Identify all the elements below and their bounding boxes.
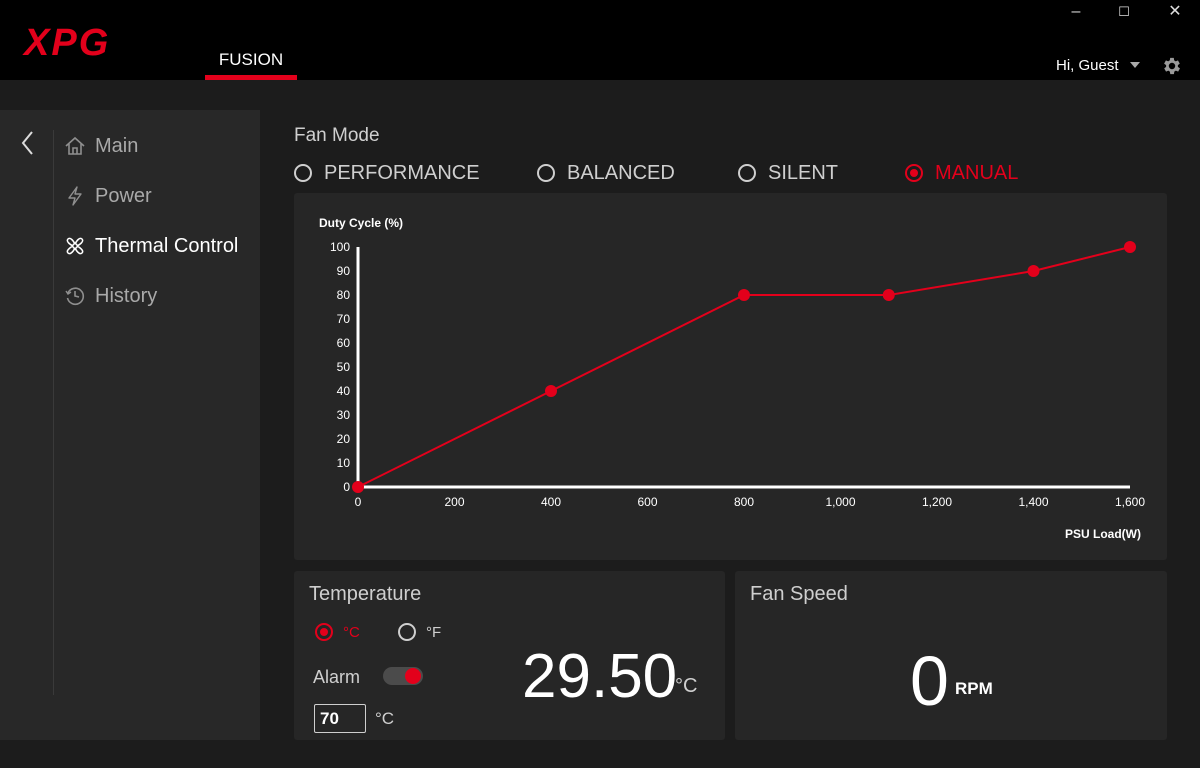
fan-mode-label: SILENT bbox=[768, 161, 839, 184]
fan-speed-card: Fan Speed 0 RPM bbox=[735, 571, 1167, 740]
back-arrow-icon[interactable] bbox=[18, 130, 38, 156]
fan-mode-silent[interactable]: SILENT bbox=[738, 160, 838, 186]
maximize-icon: ☐ bbox=[1118, 4, 1130, 19]
y-tick-label: 40 bbox=[337, 384, 351, 398]
y-tick-label: 10 bbox=[337, 456, 351, 470]
curve-point-handle[interactable] bbox=[545, 385, 557, 397]
fan-mode-manual[interactable]: MANUAL bbox=[905, 160, 1018, 186]
y-axis-label: Duty Cycle (%) bbox=[319, 216, 403, 230]
alarm-threshold-input[interactable] bbox=[314, 704, 366, 733]
radio-selected-icon bbox=[905, 164, 923, 182]
user-greeting[interactable]: Hi, Guest bbox=[1056, 57, 1119, 74]
x-tick-label: 1,000 bbox=[825, 495, 855, 509]
radio-icon bbox=[398, 623, 416, 641]
chevron-down-icon[interactable] bbox=[1130, 62, 1140, 68]
minimize-icon: – bbox=[1071, 3, 1081, 20]
radio-icon bbox=[738, 164, 756, 182]
fan-speed-title: Fan Speed bbox=[750, 583, 848, 605]
y-tick-label: 0 bbox=[343, 480, 350, 494]
sidebar-item-power[interactable]: Power bbox=[64, 181, 254, 211]
sidebar-divider bbox=[53, 130, 54, 695]
tab-active-indicator bbox=[205, 75, 297, 80]
y-tick-label: 100 bbox=[330, 240, 350, 254]
unit-celsius-option[interactable]: °C bbox=[315, 623, 360, 641]
temperature-value: 29.50 bbox=[522, 642, 678, 711]
close-icon: ✕ bbox=[1168, 3, 1182, 20]
x-tick-label: 800 bbox=[734, 495, 754, 509]
y-tick-label: 30 bbox=[337, 408, 351, 422]
x-tick-label: 200 bbox=[444, 495, 464, 509]
sidebar-item-history[interactable]: History bbox=[64, 281, 254, 311]
curve-point-handle[interactable] bbox=[882, 289, 895, 301]
fan-mode-label: PERFORMANCE bbox=[324, 161, 480, 184]
clock-icon bbox=[65, 287, 85, 306]
sidebar-item-label: Power bbox=[95, 184, 152, 207]
fan-curve-line bbox=[357, 246, 1131, 488]
alarm-label: Alarm bbox=[313, 667, 361, 687]
maximize-button[interactable]: ☐ bbox=[1099, 0, 1149, 24]
sidebar-item-main[interactable]: Main bbox=[64, 131, 254, 161]
fan-curve-chart-panel: 0 10 20 30 40 50 60 70 80 90 100 0 200 400 600 800 1,000… bbox=[294, 193, 1167, 560]
x-tick-label: 1,400 bbox=[1018, 495, 1048, 509]
x-tick-label: 400 bbox=[541, 495, 561, 509]
y-tick-label: 90 bbox=[337, 264, 351, 278]
xpg-logo: XPG bbox=[22, 22, 110, 62]
fan-mode-title: Fan Mode bbox=[294, 125, 380, 146]
sidebar-item-label: History bbox=[95, 284, 158, 307]
y-tick-label: 70 bbox=[337, 312, 351, 326]
sidebar-item-label: Thermal Control bbox=[95, 234, 239, 257]
minimize-button[interactable]: – bbox=[1051, 0, 1101, 24]
unit-fahrenheit-label: °F bbox=[426, 623, 442, 641]
temperature-card: Temperature °C °F Alarm °C 29.50 °C bbox=[294, 571, 725, 740]
y-tick-label: 60 bbox=[337, 336, 351, 350]
radio-icon bbox=[294, 164, 312, 182]
gear-icon[interactable] bbox=[1161, 55, 1183, 77]
temperature-unit: °C bbox=[675, 675, 698, 697]
y-tick-label: 20 bbox=[337, 432, 351, 446]
fan-mode-performance[interactable]: PERFORMANCE bbox=[294, 160, 480, 186]
curve-point-handle[interactable] bbox=[352, 481, 364, 493]
svg-text:XPG: XPG bbox=[22, 22, 110, 62]
x-tick-label: 0 bbox=[355, 495, 362, 509]
radio-selected-icon bbox=[315, 623, 333, 641]
fan-curve-chart[interactable]: 0 10 20 30 40 50 60 70 80 90 100 0 200 400 600 800 1,000… bbox=[294, 193, 1167, 560]
y-tick-label: 80 bbox=[337, 288, 351, 302]
curve-point-handle[interactable] bbox=[1027, 265, 1040, 277]
sidebar: Main Power Thermal Control History bbox=[0, 110, 260, 740]
lightning-icon bbox=[68, 186, 82, 206]
x-axis-label: PSU Load(W) bbox=[1065, 527, 1141, 541]
alarm-toggle[interactable] bbox=[383, 667, 423, 685]
x-tick-label: 1,600 bbox=[1115, 495, 1145, 509]
fan-speed-value: 0 bbox=[910, 642, 949, 720]
x-tick-label: 600 bbox=[637, 495, 657, 509]
toggle-knob bbox=[405, 668, 421, 684]
x-tick-label: 1,200 bbox=[922, 495, 952, 509]
unit-celsius-label: °C bbox=[343, 623, 360, 641]
curve-point-handle[interactable] bbox=[738, 289, 750, 301]
temperature-title: Temperature bbox=[309, 583, 422, 605]
y-tick-label: 50 bbox=[337, 360, 351, 374]
curve-point-handle[interactable] bbox=[1124, 241, 1136, 253]
tab-fusion-label: FUSION bbox=[218, 50, 284, 69]
fan-mode-label: MANUAL bbox=[935, 161, 1019, 184]
close-button[interactable]: ✕ bbox=[1150, 0, 1200, 24]
radio-icon bbox=[537, 164, 555, 182]
alarm-unit-label: °C bbox=[375, 709, 395, 728]
fan-icon bbox=[66, 237, 84, 255]
sidebar-item-thermal-control[interactable]: Thermal Control bbox=[64, 231, 254, 261]
tab-fusion[interactable]: FUSION bbox=[205, 48, 297, 80]
fan-speed-unit: RPM bbox=[955, 679, 993, 698]
fan-mode-balanced[interactable]: BALANCED bbox=[537, 160, 675, 186]
sidebar-item-label: Main bbox=[95, 134, 139, 157]
fan-mode-label: BALANCED bbox=[567, 161, 675, 184]
unit-fahrenheit-option[interactable]: °F bbox=[398, 623, 441, 641]
title-bar: XPG FUSION – ☐ ✕ Hi, Guest bbox=[0, 0, 1200, 80]
home-icon bbox=[65, 136, 85, 155]
